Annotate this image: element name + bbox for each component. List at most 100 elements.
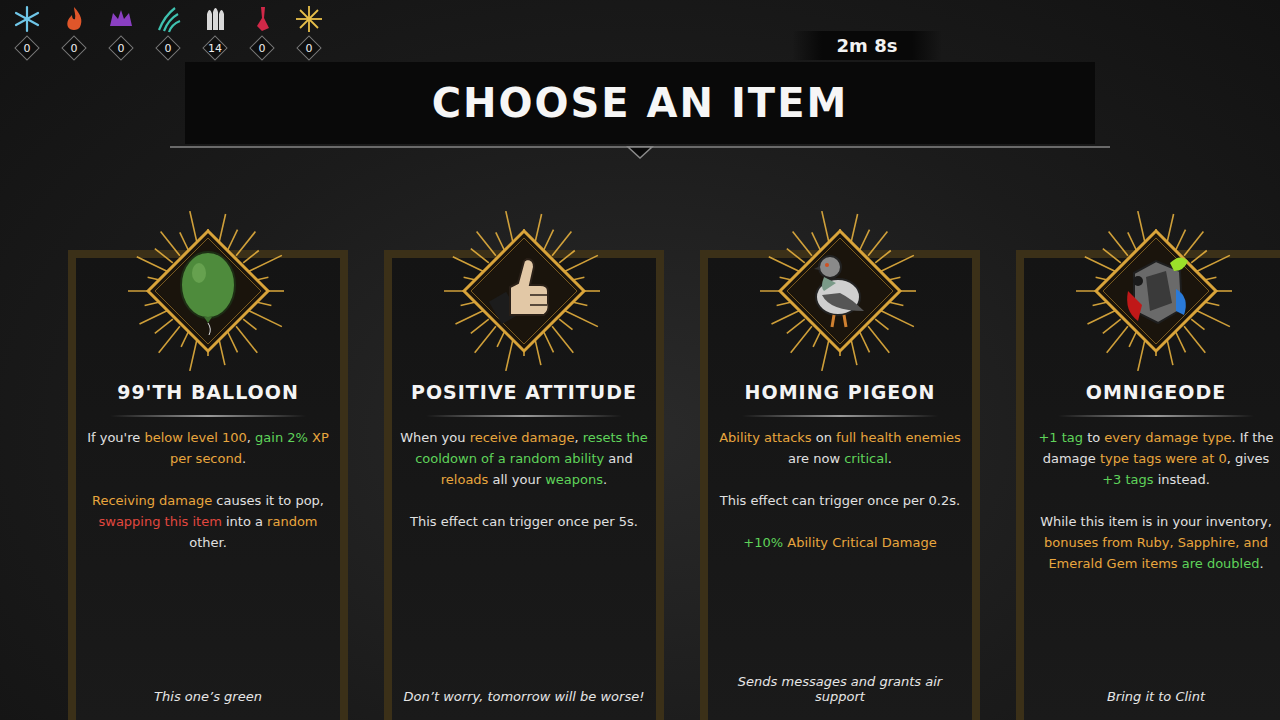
- description-text: .: [242, 451, 246, 466]
- description-text: random: [267, 514, 317, 529]
- claw-icon: [153, 4, 183, 34]
- resource-counter: 0: [6, 4, 48, 60]
- item-name: HOMING PIGEON: [745, 381, 936, 403]
- item-name: OMNIGEODE: [1086, 381, 1227, 403]
- banner: CHOOSE AN ITEM: [185, 62, 1095, 144]
- item-card[interactable]: POSITIVE ATTITUDE When you receive damage…: [384, 250, 664, 720]
- description-text: reloads: [441, 472, 489, 487]
- balloon-icon: [128, 211, 288, 371]
- bullets-icon: [200, 4, 230, 34]
- resource-count: 14: [208, 42, 222, 55]
- resource-counter: 14: [194, 4, 236, 60]
- description-paragraph: +10% Ability Critical Damage: [716, 532, 964, 553]
- description-text: ,: [247, 430, 255, 445]
- description-text: are now: [788, 451, 844, 466]
- description-text: causes it to pop,: [212, 493, 324, 508]
- description-text: gain 2%: [255, 430, 308, 445]
- description-paragraph: Receiving damage causes it to pop, swapp…: [84, 490, 332, 553]
- description-paragraph: This effect can trigger once per 5s.: [400, 511, 648, 532]
- description-paragraph: Ability attacks on full health enemies a…: [716, 427, 964, 469]
- count-badge: 14: [203, 36, 227, 60]
- flame-icon: [59, 4, 89, 34]
- divider: [1058, 415, 1254, 417]
- snowflake-icon: [12, 4, 42, 34]
- description-text: weapons: [545, 472, 603, 487]
- description-text: +1 tag: [1038, 430, 1083, 445]
- description-text: .: [603, 472, 607, 487]
- banner-divider: [170, 144, 1110, 158]
- description-paragraph: This effect can trigger once per 0.2s.: [716, 490, 964, 511]
- pigeon-icon: [760, 211, 920, 371]
- top-bar: 0 0 0 0 14 0 0 2m 8s: [0, 0, 1280, 60]
- description-paragraph: While this item is in your inventory, bo…: [1032, 511, 1280, 574]
- screen-title: CHOOSE AN ITEM: [432, 80, 849, 126]
- flavor-text: Don’t worry, tomorrow will be worse!: [396, 687, 653, 706]
- divider: [426, 415, 622, 417]
- resource-count: 0: [165, 42, 172, 55]
- description-text: When you: [400, 430, 469, 445]
- description-text: instead.: [1154, 472, 1210, 487]
- item-description: +1 tag to every damage type. If the dama…: [1024, 427, 1280, 595]
- description-text: While this item is in your inventory,: [1040, 514, 1272, 529]
- description-text: If you're: [87, 430, 144, 445]
- description-text: .: [888, 451, 892, 466]
- description-paragraph: When you receive damage, resets the cool…: [400, 427, 648, 490]
- count-badge: 0: [15, 36, 39, 60]
- description-text: full health enemies: [836, 430, 961, 445]
- resource-count: 0: [24, 42, 31, 55]
- description-text: below level 100: [144, 430, 246, 445]
- count-badge: 0: [297, 36, 321, 60]
- divider: [110, 415, 306, 417]
- count-badge: 0: [156, 36, 180, 60]
- description-text: Ability attacks: [719, 430, 811, 445]
- description-text: This effect can trigger once per 5s.: [410, 514, 638, 529]
- item-name: POSITIVE ATTITUDE: [411, 381, 637, 403]
- item-card[interactable]: HOMING PIGEON Ability attacks on full hea…: [700, 250, 980, 720]
- description-text: and: [604, 451, 633, 466]
- blood-icon: [247, 4, 277, 34]
- item-description: Ability attacks on full health enemies a…: [708, 427, 972, 574]
- description-text: critical: [844, 451, 888, 466]
- resource-counter: 0: [100, 4, 142, 60]
- flavor-text: Sends messages and grants air support: [708, 672, 972, 706]
- resource-counter: 0: [147, 4, 189, 60]
- description-text: to: [1083, 430, 1104, 445]
- crown-icon: [106, 4, 136, 34]
- description-text: Ability Critical Damage: [783, 535, 937, 550]
- description-text: into a: [222, 514, 267, 529]
- item-name: 99'TH BALLOON: [117, 381, 299, 403]
- geode-icon: [1076, 211, 1236, 371]
- description-text: [1178, 556, 1182, 571]
- resource-counter: 0: [241, 4, 283, 60]
- description-text: receive damage: [470, 430, 575, 445]
- description-paragraph: +1 tag to every damage type. If the dama…: [1032, 427, 1280, 490]
- description-text: all your: [488, 472, 545, 487]
- resource-count: 0: [118, 42, 125, 55]
- item-description: If you're below level 100, gain 2% XP pe…: [76, 427, 340, 574]
- resource-list: 0 0 0 0 14 0 0: [6, 4, 330, 60]
- description-text: every damage type: [1104, 430, 1231, 445]
- description-text: on: [812, 430, 836, 445]
- description-text: Receiving damage: [92, 493, 212, 508]
- description-text: +3 tags: [1102, 472, 1153, 487]
- item-card[interactable]: 99'TH BALLOON If you're below level 100, …: [68, 250, 348, 720]
- resource-count: 0: [259, 42, 266, 55]
- flavor-text: Bring it to Clint: [1099, 687, 1213, 706]
- title-banner: CHOOSE AN ITEM: [0, 62, 1280, 158]
- description-text: .: [1259, 556, 1263, 571]
- item-choices: 99'TH BALLOONIf you're below level 100, …: [0, 250, 1280, 720]
- item-description: When you receive damage, resets the cool…: [392, 427, 656, 553]
- description-text: ,: [574, 430, 582, 445]
- resource-count: 0: [306, 42, 313, 55]
- resource-counter: 0: [53, 4, 95, 60]
- description-text: swapping this item: [98, 514, 221, 529]
- item-card[interactable]: OMNIGEODE +1 tag to every damage type. If…: [1016, 250, 1280, 720]
- description-text: This effect can trigger once per 0.2s.: [720, 493, 960, 508]
- count-badge: 0: [62, 36, 86, 60]
- run-timer: 2m 8s: [792, 31, 942, 60]
- description-text: are doubled: [1182, 556, 1260, 571]
- description-text: , gives: [1227, 451, 1270, 466]
- description-text: type tags were at 0: [1100, 451, 1227, 466]
- divider: [742, 415, 938, 417]
- count-badge: 0: [250, 36, 274, 60]
